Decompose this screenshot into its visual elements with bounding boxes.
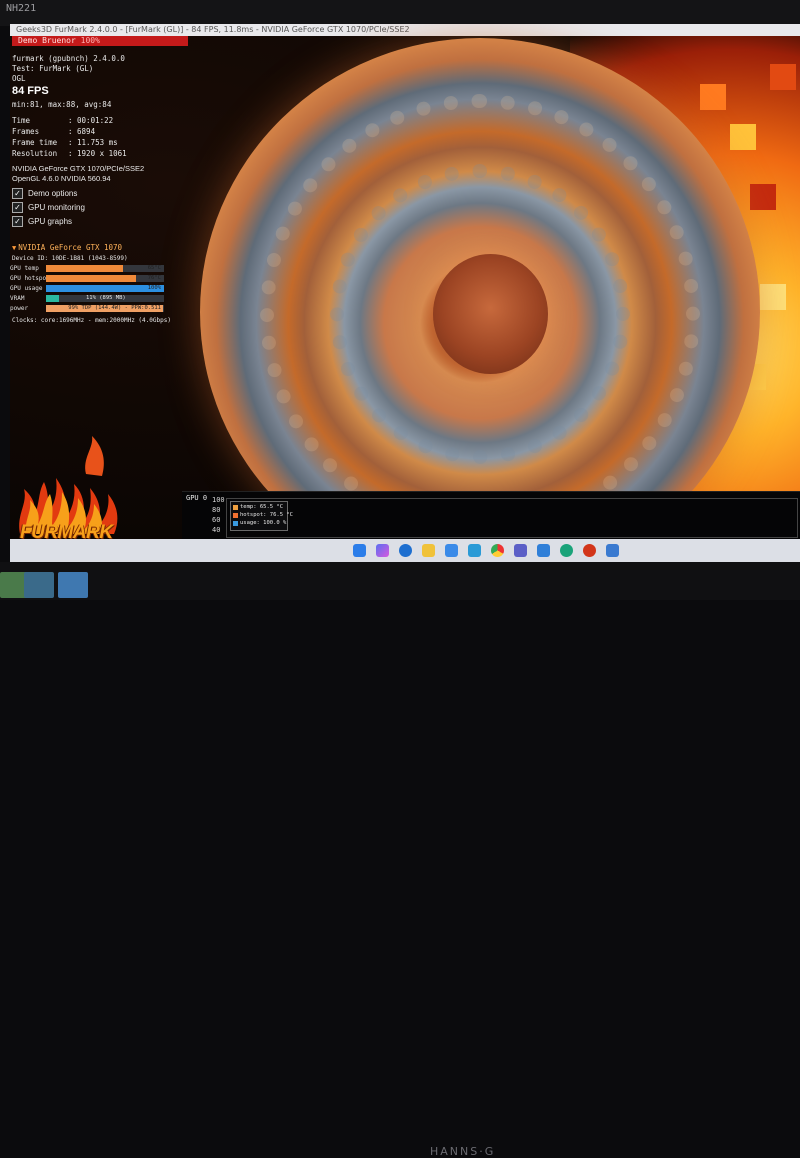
legend-item-temp: temp: 65.5 °C [233, 504, 283, 510]
graph-y-tick: 60 [212, 516, 221, 524]
demo-options-toggle[interactable]: ✓ Demo options [12, 187, 77, 199]
demo-label: Demo Bruenor 100% [18, 36, 100, 45]
background-tile [770, 64, 796, 90]
gpu-graph-panel: GPU 0 100 80 60 40 temp: 65.5 °C hotspot… [182, 491, 800, 540]
windows-taskbar [10, 539, 800, 562]
device-id-text: Device ID: 10DE-1B81 (1043-8599) [12, 255, 128, 262]
stat-resolution: Resolution: 1920 x 1061 [12, 149, 127, 158]
store-icon[interactable] [445, 544, 458, 557]
app-version-text: furmark (gpubnch) 2.4.0.0 [12, 54, 125, 63]
window-titlebar[interactable]: Geeks3D FurMark 2.4.0.0 - [FurMark (GL)]… [10, 24, 800, 36]
collapse-triangle-icon: ▼ [12, 244, 17, 252]
chrome-icon[interactable] [491, 544, 504, 557]
copilot-icon[interactable] [376, 544, 389, 557]
gpu-hotspot-bar: GPU hotspot 76°C [10, 275, 168, 283]
gpu-section-header[interactable]: ▼ NVIDIA GeForce GTX 1070 [12, 243, 122, 252]
check-icon[interactable]: ✓ [12, 201, 23, 213]
sticker [24, 572, 54, 598]
screen: Geeks3D FurMark 2.4.0.0 - [FurMark (GL)]… [10, 24, 800, 562]
monitor-bezel-top: NH221 [0, 0, 800, 26]
stat-frames: Frames: 6894 [12, 127, 96, 136]
api-text: OGL [12, 74, 26, 83]
check-icon[interactable]: ✓ [12, 215, 23, 227]
fur-donut-core [433, 254, 548, 374]
window-title: Geeks3D FurMark 2.4.0.0 - [FurMark (GL)]… [16, 25, 410, 34]
stat-frame-time: Frame time: 11.753 ms [12, 138, 118, 147]
photos-icon[interactable] [468, 544, 481, 557]
monitor-bezel-bottom: HANNS·G [0, 562, 800, 1158]
graph-y-tick: 80 [212, 506, 221, 514]
opengl-version-text: OpenGL 4.6.0 NVIDIA 560.94 [12, 174, 111, 183]
stat-time: Time: 00:01:22 [12, 116, 114, 125]
gpu-usage-bar: GPU usage 100% [10, 285, 168, 293]
app-icon-2[interactable] [560, 544, 573, 557]
sticker [58, 572, 88, 598]
clocks-text: Clocks: core:1696MHz - mem:2000MHz (4.0G… [12, 317, 171, 324]
test-name-text: Test: FurMark (GL) [12, 64, 94, 73]
graph-y-tick: 100 [212, 496, 225, 504]
background-tile [750, 184, 776, 210]
vram-bar: VRAM 11% (895 MB) [10, 295, 168, 303]
gpu-monitoring-toggle[interactable]: ✓ GPU monitoring [12, 201, 85, 213]
graph-y-tick: 40 [212, 526, 221, 534]
background-tile [760, 284, 786, 310]
gpu-temp-bar: GPU temp 65°C [10, 265, 168, 273]
app-icon-3[interactable] [606, 544, 619, 557]
graph-title: GPU 0 [186, 494, 208, 502]
gpu-graphs-toggle[interactable]: ✓ GPU graphs [12, 215, 72, 227]
file-explorer-icon[interactable] [422, 544, 435, 557]
app-icon[interactable] [537, 544, 550, 557]
teams-icon[interactable] [514, 544, 527, 557]
monitor-model-label: NH221 [6, 3, 37, 14]
power-bar: power 99% TDP (144.4W) - PPW:0.511 [10, 305, 168, 313]
graph-plot-area [226, 498, 798, 538]
legend-item-usage: usage: 100.0 % [233, 520, 286, 526]
renderer-text: NVIDIA GeForce GTX 1070/PCIe/SSE2 [12, 164, 145, 173]
background-tile [700, 84, 726, 110]
monitor-brand-label: HANNS·G [430, 1145, 496, 1158]
fps-minmax: min:81, max:88, avg:84 [12, 100, 112, 109]
edge-icon[interactable] [399, 544, 412, 557]
legend-item-hotspot: hotspot: 76.5 °C [233, 512, 293, 518]
check-icon[interactable]: ✓ [12, 187, 23, 199]
windows-start-icon[interactable] [353, 544, 366, 557]
fps-readout: 84 FPS [12, 85, 49, 97]
graph-legend: temp: 65.5 °C hotspot: 76.5 °C usage: 10… [230, 501, 293, 531]
background-tile [730, 124, 756, 150]
furmark-icon[interactable] [583, 544, 596, 557]
